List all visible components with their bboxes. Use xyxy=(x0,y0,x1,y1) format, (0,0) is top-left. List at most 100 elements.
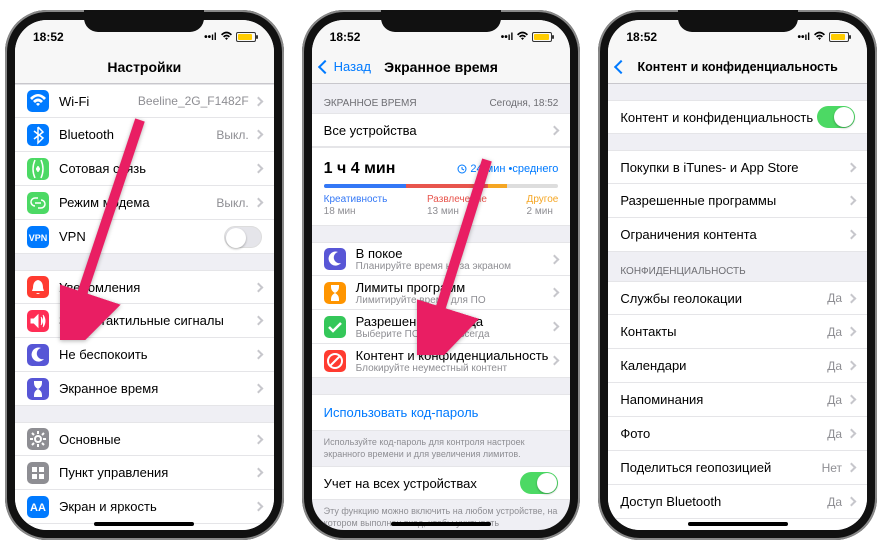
settings-row[interactable]: Экранное время xyxy=(15,372,274,406)
settings-row[interactable]: Контент и конфиденциальностьБлокируйте н… xyxy=(312,344,571,378)
row-label: Bluetooth xyxy=(59,127,216,142)
toggle-switch[interactable] xyxy=(224,226,262,248)
row-value: Да xyxy=(827,291,842,305)
row-label: Доступ Bluetooth xyxy=(620,494,827,509)
chevron-icon xyxy=(847,230,857,240)
row-value: Да xyxy=(827,495,842,509)
passcode-link[interactable]: Использовать код-пароль xyxy=(312,394,571,431)
toggle-switch[interactable] xyxy=(520,472,558,494)
row-value: Нет xyxy=(822,461,842,475)
settings-row[interactable]: Звуки, тактильные сигналы xyxy=(15,304,274,338)
navbar: Назад Экранное время xyxy=(312,50,571,84)
status-time: 18:52 xyxy=(330,30,361,44)
back-button[interactable]: Назад xyxy=(320,59,371,74)
toggle-switch[interactable] xyxy=(817,106,855,128)
settings-row[interactable]: Разрешенные программы xyxy=(608,184,867,218)
chevron-icon xyxy=(253,350,263,360)
chevron-icon xyxy=(847,162,857,172)
row-label: Напоминания xyxy=(620,392,827,407)
chevron-icon xyxy=(847,497,857,507)
gear-icon xyxy=(27,428,49,450)
settings-row[interactable]: Доступ BluetoothДа xyxy=(608,485,867,519)
section-header: ЭКРАННОЕ ВРЕМЯСегодня, 18:52 xyxy=(312,84,571,113)
content[interactable]: Контент и конфиденциальность Покупки в i… xyxy=(608,84,867,530)
check-icon xyxy=(324,316,346,338)
content[interactable]: ЭКРАННОЕ ВРЕМЯСегодня, 18:52 Все устройс… xyxy=(312,84,571,530)
settings-row[interactable]: Не беспокоить xyxy=(15,338,274,372)
hour-icon xyxy=(27,378,49,400)
settings-row[interactable]: Лимиты программЛимитируйте время для ПО xyxy=(312,276,571,310)
settings-row[interactable]: Сотовая связь xyxy=(15,152,274,186)
moon-icon xyxy=(27,344,49,366)
settings-row[interactable]: Покупки в iTunes- и App Store xyxy=(608,150,867,184)
chevron-icon xyxy=(253,164,263,174)
settings-row[interactable]: Основные xyxy=(15,422,274,456)
content[interactable]: Wi-FiBeeline_2G_F1482FBluetoothВыкл.Сото… xyxy=(15,84,274,530)
settings-row[interactable]: КалендариДа xyxy=(608,349,867,383)
settings-row[interactable]: Режим модемаВыкл. xyxy=(15,186,274,220)
row-label: Разрешенные программы xyxy=(620,193,848,208)
row-label: Wi-Fi xyxy=(59,94,138,109)
settings-row[interactable]: AAЭкран и яркость xyxy=(15,490,274,524)
row-value: Да xyxy=(827,359,842,373)
wifi-icon xyxy=(220,31,233,44)
row-value: Beeline_2G_F1482F xyxy=(138,94,249,108)
legend-item: Развлечение13 мин xyxy=(427,194,487,217)
settings-row[interactable]: ФотоДа xyxy=(608,417,867,451)
ctrl-icon xyxy=(27,462,49,484)
settings-row[interactable]: КонтактыДа xyxy=(608,315,867,349)
row-label: Контент и конфиденциальность xyxy=(356,348,552,363)
battery-icon xyxy=(829,32,849,42)
all-devices-row[interactable]: Все устройства xyxy=(312,113,571,147)
settings-row[interactable]: НапоминанияДа xyxy=(608,383,867,417)
row-label: Контент и конфиденциальность xyxy=(620,110,817,125)
row-label: Экран и яркость xyxy=(59,499,255,514)
usage-legend: Креативность18 минРазвлечение13 минДруго… xyxy=(324,194,559,217)
chevron-icon xyxy=(847,395,857,405)
moon-icon xyxy=(324,248,346,270)
settings-row[interactable]: Ограничения контента xyxy=(608,218,867,252)
link-icon xyxy=(27,192,49,214)
row-label: Сотовая связь xyxy=(59,161,255,176)
home-indicator[interactable] xyxy=(391,522,491,526)
settings-row[interactable]: BluetoothВыкл. xyxy=(15,118,274,152)
row-label: В покое xyxy=(356,246,552,261)
settings-row[interactable]: Пункт управления xyxy=(15,456,274,490)
wall-icon xyxy=(27,530,49,531)
hour-icon xyxy=(324,282,346,304)
sound-icon xyxy=(27,310,49,332)
chevron-icon xyxy=(253,96,263,106)
navbar: Контент и конфиденциальность xyxy=(608,50,867,84)
settings-row[interactable]: Wi-FiBeeline_2G_F1482F xyxy=(15,84,274,118)
settings-row[interactable]: VPNVPN xyxy=(15,220,274,254)
row-label: Режим модема xyxy=(59,195,216,210)
content-privacy-toggle-row[interactable]: Контент и конфиденциальность xyxy=(608,100,867,134)
home-indicator[interactable] xyxy=(688,522,788,526)
total-time: 1 ч 4 мин xyxy=(324,160,396,178)
row-label: Календари xyxy=(620,358,827,373)
status-icons: ••ıl xyxy=(204,31,256,44)
phone-3: 18:52 ••ıl Контент и конфиденциальность … xyxy=(598,10,877,540)
row-label: Лимиты программ xyxy=(356,280,552,295)
row-label: Контакты xyxy=(620,324,827,339)
bell-icon xyxy=(27,276,49,298)
row-value: Выкл. xyxy=(216,128,248,142)
screentime-card[interactable]: 1 ч 4 мин 24 мин •среднего Креативность1… xyxy=(312,147,571,226)
navbar: Настройки xyxy=(15,50,274,84)
account-all-devices-row[interactable]: Учет на всех устройствах xyxy=(312,466,571,500)
usage-bar xyxy=(324,184,559,188)
chevron-icon xyxy=(550,125,560,135)
back-button[interactable] xyxy=(616,62,630,72)
home-indicator[interactable] xyxy=(94,522,194,526)
signal-icon: ••ıl xyxy=(501,32,514,43)
settings-row[interactable]: Разрешенные всегдаВыберите ПО нужное все… xyxy=(312,310,571,344)
chevron-icon xyxy=(253,198,263,208)
settings-row[interactable]: В покоеПланируйте время не за экраном xyxy=(312,242,571,276)
row-label: Звуки, тактильные сигналы xyxy=(59,313,255,328)
settings-row[interactable]: Поделиться геопозициейНет xyxy=(608,451,867,485)
legend-item: Другое2 мин xyxy=(527,194,559,217)
status-time: 18:52 xyxy=(626,30,657,44)
settings-row[interactable]: Уведомления xyxy=(15,270,274,304)
status-icons: ••ıl xyxy=(797,31,849,44)
settings-row[interactable]: Службы геолокацииДа xyxy=(608,281,867,315)
